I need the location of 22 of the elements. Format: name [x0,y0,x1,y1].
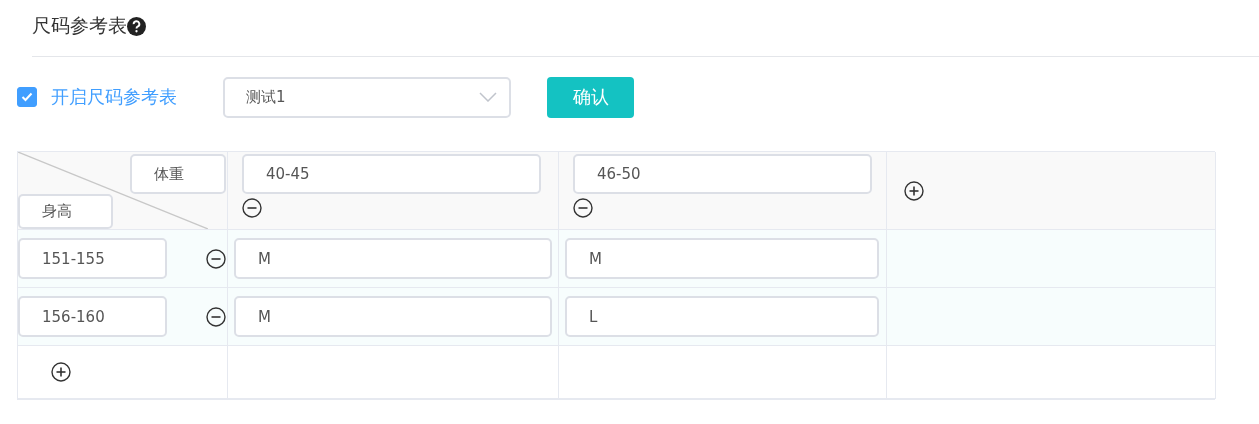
input-field[interactable]: 46-50 [573,154,872,194]
minus-circle-icon[interactable] [573,198,593,218]
template-select[interactable]: 测试1 [223,76,511,118]
input-field[interactable]: 40-45 [242,154,541,194]
minus-circle-icon[interactable] [242,198,262,218]
input-field[interactable]: 体重 [130,154,226,194]
plus-circle-icon[interactable] [904,180,924,201]
section-title: 尺码参考表 [32,13,127,38]
input-field[interactable]: 156-160 [18,296,167,337]
help-icon[interactable] [127,16,146,36]
check-icon [21,92,33,102]
input-field[interactable]: 身高 [18,194,113,229]
input-field[interactable]: 151-155 [18,238,167,279]
input-field[interactable]: M [234,238,552,279]
plus-circle-icon[interactable] [51,362,71,382]
minus-circle-icon[interactable] [206,248,226,269]
enable-checkbox[interactable] [17,87,37,107]
input-field[interactable]: M [234,296,552,337]
chevron-down-icon [479,92,497,102]
minus-circle-icon[interactable] [206,306,226,327]
input-field[interactable]: M [565,238,879,279]
input-field[interactable]: L [565,296,879,337]
